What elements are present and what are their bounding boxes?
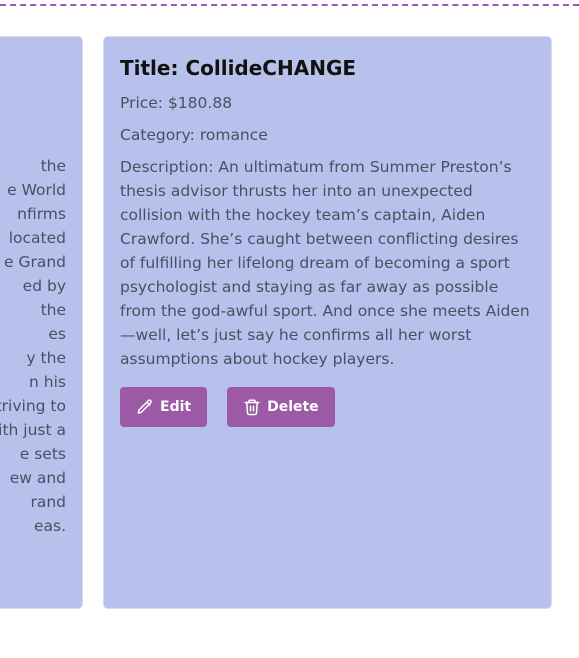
partial-description-line: e World	[7, 181, 66, 199]
trash-icon	[243, 398, 261, 416]
partial-description-line: located	[8, 229, 66, 247]
book-price: Price: $180.88	[120, 94, 233, 112]
partial-description-line: e Grand	[3, 253, 66, 271]
delete-button-label: Delete	[267, 399, 319, 415]
partial-description-line: ith just a	[0, 421, 66, 439]
partial-description-line: es	[48, 325, 66, 343]
book-card: Title: CollideCHANGE Price: $180.88 Cate…	[103, 36, 552, 609]
delete-button[interactable]: Delete	[227, 387, 335, 427]
partial-description-line: ew and	[9, 469, 66, 487]
page: the e World nfirms located e Grand ed by…	[0, 0, 579, 658]
pencil-icon	[136, 398, 154, 416]
edit-button-label: Edit	[160, 399, 192, 415]
partial-description-line: ed by	[22, 277, 66, 295]
partial-description-line: rand	[30, 493, 66, 511]
partial-description-line: the	[40, 157, 66, 175]
book-title: Title: CollideCHANGE	[120, 56, 357, 80]
partial-description-line: the	[40, 301, 66, 319]
card-actions: Edit Delete	[120, 387, 535, 427]
partial-description-line: n his	[29, 373, 66, 391]
book-card-partial: the e World nfirms located e Grand ed by…	[0, 36, 83, 609]
partial-description-line: e sets	[19, 445, 66, 463]
partial-description-line: nfirms	[17, 205, 66, 223]
book-category: Category: romance	[120, 126, 268, 144]
partial-description-line: eas.	[33, 517, 66, 535]
partial-description-line: triving to	[0, 397, 66, 415]
partial-description-line: y the	[26, 349, 66, 367]
book-description: Description: An ultimatum from Summer Pr…	[120, 158, 530, 368]
edit-button[interactable]: Edit	[120, 387, 208, 427]
dashed-divider	[0, 4, 579, 6]
partial-description: the e World nfirms located e Grand ed by…	[0, 154, 66, 538]
